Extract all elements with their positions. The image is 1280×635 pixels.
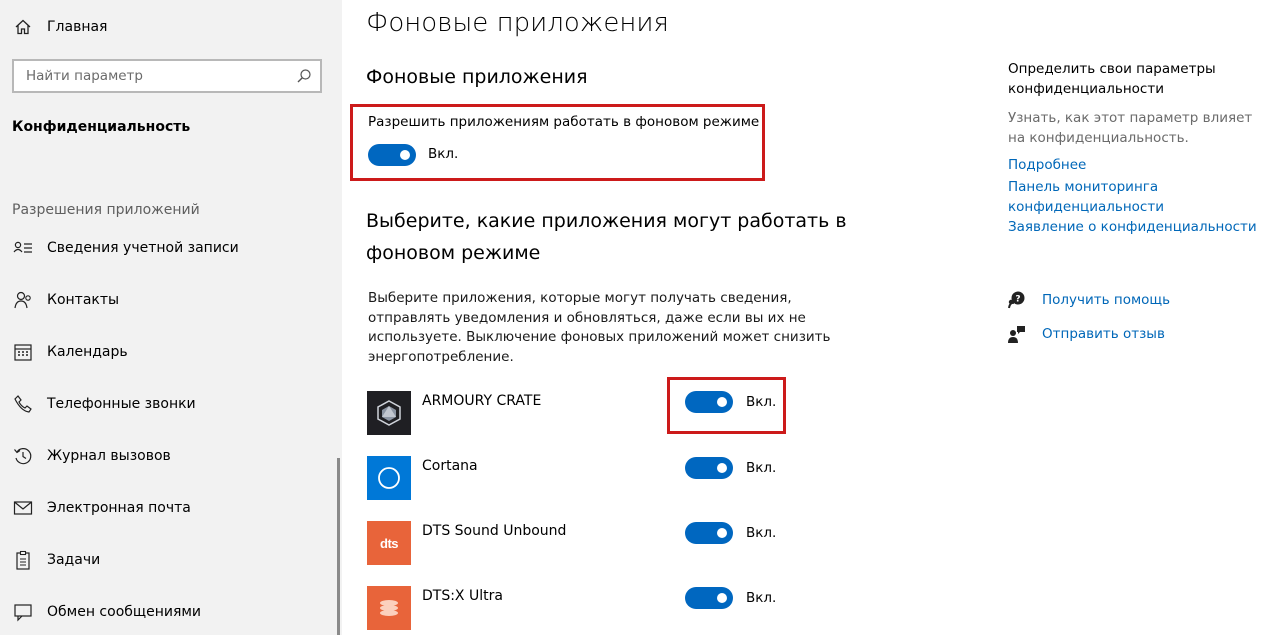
toggle-knob bbox=[400, 150, 410, 160]
phone-icon bbox=[12, 393, 34, 415]
get-help-link[interactable]: ? Получить помощь bbox=[1006, 289, 1170, 311]
armoury-crate-icon bbox=[367, 391, 411, 435]
dts-sound-unbound-icon: dts bbox=[367, 521, 411, 565]
toggle-knob bbox=[717, 397, 727, 407]
sidebar-group-title: Разрешения приложений bbox=[12, 202, 200, 218]
sidebar-item-label: Обмен сообщениями bbox=[47, 604, 202, 620]
sidebar-item-label: Календарь bbox=[47, 344, 128, 360]
sidebar-item-phone-calls[interactable]: Телефонные звонки bbox=[12, 391, 196, 417]
allow-background-state: Вкл. bbox=[428, 146, 459, 162]
dts-logo-text: dts bbox=[380, 535, 399, 551]
sidebar-item-account-info[interactable]: Сведения учетной записи bbox=[12, 235, 239, 261]
mail-icon bbox=[12, 497, 34, 519]
sidebar-item-label: Сведения учетной записи bbox=[47, 240, 239, 256]
choose-apps-description: Выберите приложения, которые могут получ… bbox=[368, 290, 831, 365]
sidebar-item-label: Контакты bbox=[47, 292, 120, 308]
sidebar-item-call-history[interactable]: Журнал вызовов bbox=[12, 443, 171, 469]
search-box[interactable] bbox=[12, 59, 322, 93]
toggle-knob bbox=[717, 463, 727, 473]
learn-more-link[interactable]: Подробнее bbox=[1008, 156, 1086, 176]
account-info-icon bbox=[12, 237, 34, 259]
sidebar-item-label: Электронная почта bbox=[47, 500, 191, 516]
allow-background-label: Разрешить приложениям работать в фоновом… bbox=[368, 114, 760, 130]
choose-apps-heading: Выберите, какие приложения могут работат… bbox=[366, 210, 847, 264]
app-toggle-armoury-crate[interactable] bbox=[685, 391, 733, 413]
send-feedback-link[interactable]: Отправить отзыв bbox=[1006, 323, 1165, 345]
page-title: Фоновые приложения bbox=[366, 8, 669, 38]
sidebar-item-contacts[interactable]: Контакты bbox=[12, 287, 119, 313]
search-icon[interactable] bbox=[296, 68, 312, 88]
app-name: ARMOURY CRATE bbox=[422, 393, 542, 409]
allow-background-toggle[interactable] bbox=[368, 144, 416, 166]
sidebar-item-messaging[interactable]: Обмен сообщениями bbox=[12, 599, 201, 625]
cortana-icon bbox=[367, 456, 411, 500]
help-icon: ? bbox=[1006, 289, 1028, 311]
nav-home[interactable]: Главная bbox=[12, 14, 107, 40]
app-toggle-dts-sound-unbound[interactable] bbox=[685, 522, 733, 544]
messaging-icon bbox=[12, 601, 34, 623]
app-toggle-cortana[interactable] bbox=[685, 457, 733, 479]
sidebar-item-mail[interactable]: Электронная почта bbox=[12, 495, 191, 521]
app-toggle-state: Вкл. bbox=[746, 590, 777, 606]
privacy-options-title: Определить свои параметры конфиденциальн… bbox=[1008, 61, 1216, 97]
call-history-icon bbox=[12, 445, 34, 467]
sidebar-item-label: Телефонные звонки bbox=[47, 396, 196, 412]
sidebar-item-label: Задачи bbox=[47, 552, 101, 568]
get-help-label: Получить помощь bbox=[1042, 292, 1171, 308]
sidebar-section-title: Конфиденциальность bbox=[12, 119, 191, 135]
tasks-icon bbox=[12, 549, 34, 571]
app-toggle-state: Вкл. bbox=[746, 394, 777, 410]
search-input[interactable] bbox=[14, 67, 298, 85]
app-name: DTS Sound Unbound bbox=[422, 523, 567, 539]
app-name: Cortana bbox=[422, 458, 478, 474]
sidebar-item-tasks[interactable]: Задачи bbox=[12, 547, 100, 573]
sidebar: Главная Конфиденциальность Разрешения пр… bbox=[0, 0, 342, 635]
nav-home-label: Главная bbox=[47, 19, 108, 35]
svg-text:?: ? bbox=[1015, 295, 1020, 305]
feedback-icon bbox=[1006, 323, 1028, 345]
privacy-dashboard-link[interactable]: Панель мониторинга конфиденциальности bbox=[1008, 178, 1208, 217]
sidebar-scrollbar[interactable] bbox=[337, 458, 340, 635]
app-toggle-state: Вкл. bbox=[746, 525, 777, 541]
privacy-statement-link[interactable]: Заявление о конфиденциальности bbox=[1008, 218, 1257, 238]
app-toggle-dtsx-ultra[interactable] bbox=[685, 587, 733, 609]
privacy-options-description: Узнать, как этот параметр влияет на конф… bbox=[1008, 110, 1253, 146]
section-title: Фоновые приложения bbox=[366, 66, 588, 88]
app-toggle-state: Вкл. bbox=[746, 460, 777, 476]
sidebar-item-calendar[interactable]: Календарь bbox=[12, 339, 128, 365]
sidebar-item-label: Журнал вызовов bbox=[47, 448, 171, 464]
toggle-knob bbox=[717, 593, 727, 603]
calendar-icon bbox=[12, 341, 34, 363]
dtsx-ultra-icon bbox=[367, 586, 411, 630]
toggle-knob bbox=[717, 528, 727, 538]
contacts-icon bbox=[12, 289, 34, 311]
home-icon bbox=[12, 16, 34, 38]
app-name: DTS:X Ultra bbox=[422, 588, 503, 604]
send-feedback-label: Отправить отзыв bbox=[1042, 326, 1165, 342]
